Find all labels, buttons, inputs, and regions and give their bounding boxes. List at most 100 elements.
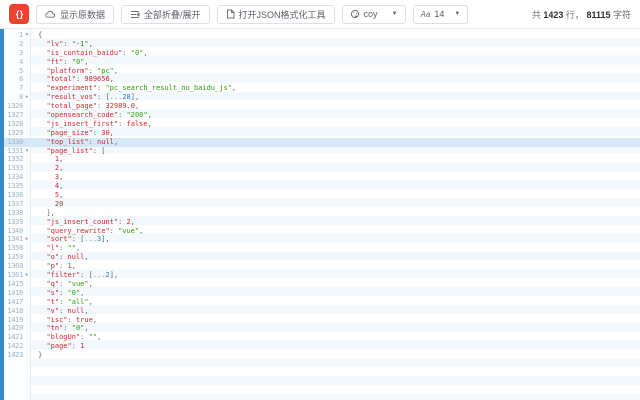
theme-select-value: coy bbox=[364, 9, 378, 19]
key-token: "is_contain_baidu" bbox=[46, 49, 122, 57]
line-number: 1340 bbox=[4, 227, 23, 236]
punctuation-token: , bbox=[84, 58, 88, 66]
gutter-cell: 7 bbox=[4, 84, 31, 93]
key-token: "l" bbox=[46, 244, 59, 252]
key-token: "lv" bbox=[46, 40, 63, 48]
code-line: 7 "experiment": "pc_search_result_no_bai… bbox=[4, 84, 640, 93]
string-token: "200" bbox=[127, 111, 148, 119]
string-token: "0" bbox=[131, 49, 144, 57]
punctuation-token: : bbox=[93, 129, 101, 137]
gutter-cell: 1334 bbox=[4, 173, 31, 182]
punctuation-token: : bbox=[59, 289, 67, 297]
key-token: "p" bbox=[46, 262, 59, 270]
punctuation-token: : bbox=[59, 253, 67, 261]
line-number: 1423 bbox=[4, 351, 23, 360]
string-token: "pc_search_result_no_baidu_js" bbox=[105, 84, 231, 92]
code-line: 1336 5, bbox=[4, 191, 640, 200]
key-token: "blogUn" bbox=[46, 333, 80, 341]
ellipsis-token: ... bbox=[93, 271, 106, 279]
gutter-cell: 1341▸ bbox=[4, 235, 31, 244]
app-logo-icon: { } bbox=[9, 4, 29, 24]
line-count: 1423 bbox=[543, 10, 563, 20]
fold-open-icon[interactable]: ▾ bbox=[23, 147, 31, 156]
fold-closed-icon[interactable]: ▸ bbox=[23, 235, 31, 244]
fold-closed-icon[interactable]: ▸ bbox=[23, 93, 31, 102]
gutter-cell: 1358 bbox=[4, 244, 31, 253]
gutter-cell: 1330 bbox=[4, 138, 31, 147]
code-line: 1421 "blogUn": "", bbox=[4, 333, 640, 342]
line-number: 2 bbox=[4, 40, 23, 49]
line-number: 1420 bbox=[4, 324, 23, 333]
palette-icon bbox=[350, 9, 360, 19]
punctuation-token: , bbox=[97, 333, 101, 341]
show-raw-data-label: 显示原数据 bbox=[60, 8, 105, 21]
punctuation-token: : bbox=[68, 316, 76, 324]
code-line: 1423} bbox=[4, 351, 640, 360]
key-token: "tn" bbox=[46, 324, 63, 332]
code-line: 1341▸ "sort": [...3], bbox=[4, 235, 640, 244]
chevron-down-icon: ▼ bbox=[454, 11, 460, 17]
punctuation-token: , bbox=[148, 120, 152, 128]
code-text: 2, bbox=[31, 164, 640, 173]
gutter-cell: 1335 bbox=[4, 182, 31, 191]
line-number: 6 bbox=[4, 75, 23, 84]
fold-open-icon[interactable]: ▾ bbox=[23, 31, 31, 40]
number-token: 30 bbox=[101, 129, 109, 137]
gutter-cell: 1421 bbox=[4, 333, 31, 342]
code-text: "platform": "pc", bbox=[31, 67, 640, 76]
line-number: 1360 bbox=[4, 262, 23, 271]
code-line: 1416 "s": "0", bbox=[4, 289, 640, 298]
number-token: 20 bbox=[55, 200, 63, 208]
gutter-cell: 1338 bbox=[4, 209, 31, 218]
theme-select[interactable]: coy ▼ bbox=[342, 5, 406, 24]
key-token: "sort" bbox=[46, 235, 71, 243]
gutter-cell: 1332 bbox=[4, 155, 31, 164]
key-token: "js_insert_first" bbox=[46, 120, 118, 128]
code-line: 1333 2, bbox=[4, 164, 640, 173]
code-line: 1335 4, bbox=[4, 182, 640, 191]
code-text: 1, bbox=[31, 155, 640, 164]
show-raw-data-button[interactable]: 显示原数据 bbox=[36, 5, 114, 24]
open-json-format-tool-button[interactable]: 打开JSON格式化工具 bbox=[217, 5, 335, 24]
punctuation-token: , bbox=[93, 316, 97, 324]
line-number: 1359 bbox=[4, 253, 23, 262]
line-number: 1 bbox=[4, 31, 23, 40]
gutter-cell: 1416 bbox=[4, 289, 31, 298]
font-size-select[interactable]: Aa 14 ▼ bbox=[413, 5, 469, 24]
punctuation-token: : bbox=[63, 324, 71, 332]
fold-closed-icon[interactable]: ▸ bbox=[23, 271, 31, 280]
code-line: 1359 "o": null, bbox=[4, 253, 640, 262]
code-text: "p": 1, bbox=[31, 262, 640, 271]
code-text: "page_size": 30, bbox=[31, 129, 640, 138]
status-text: 共 1423 行， 81115 字符 bbox=[532, 8, 631, 21]
code-text: } bbox=[31, 351, 640, 360]
collapse-icon bbox=[130, 10, 140, 19]
line-number: 1419 bbox=[4, 316, 23, 325]
ellipsis-token: ... bbox=[110, 93, 123, 101]
key-token: "total" bbox=[46, 75, 76, 83]
gutter-cell: 1▾ bbox=[4, 31, 31, 40]
code-line: 1331▾ "page_list": [ bbox=[4, 147, 640, 156]
collapse-expand-all-button[interactable]: 全部折叠/展开 bbox=[121, 5, 210, 24]
gutter-cell: 1360 bbox=[4, 262, 31, 271]
gutter-cell: 1326 bbox=[4, 102, 31, 111]
code-text: 3, bbox=[31, 173, 640, 182]
code-text: "js_insert_first": false, bbox=[31, 120, 640, 129]
null-token: null bbox=[68, 253, 85, 261]
key-token: "experiment" bbox=[46, 84, 97, 92]
json-viewer: 1▾{2 "lv": "-1",3 "is_contain_baidu": "0… bbox=[0, 29, 640, 400]
punctuation-token: : bbox=[110, 227, 118, 235]
null-token: null bbox=[97, 138, 114, 146]
ellipsis-token: ... bbox=[84, 235, 97, 243]
code-line: 1358 "l": "", bbox=[4, 244, 640, 253]
code-line: 1326 "total_page": 32989.0, bbox=[4, 102, 640, 111]
code-text: "tn": "0", bbox=[31, 324, 640, 333]
document-icon bbox=[226, 9, 235, 19]
code-line: 1340 "query_rewrite": "vue", bbox=[4, 227, 640, 236]
string-token: "pc" bbox=[97, 67, 114, 75]
collapsed-count-token[interactable]: 28 bbox=[122, 93, 130, 101]
code-text: "lv": "-1", bbox=[31, 40, 640, 49]
string-token: "" bbox=[89, 333, 97, 341]
string-token: "-1" bbox=[72, 40, 89, 48]
line-number: 1328 bbox=[4, 120, 23, 129]
